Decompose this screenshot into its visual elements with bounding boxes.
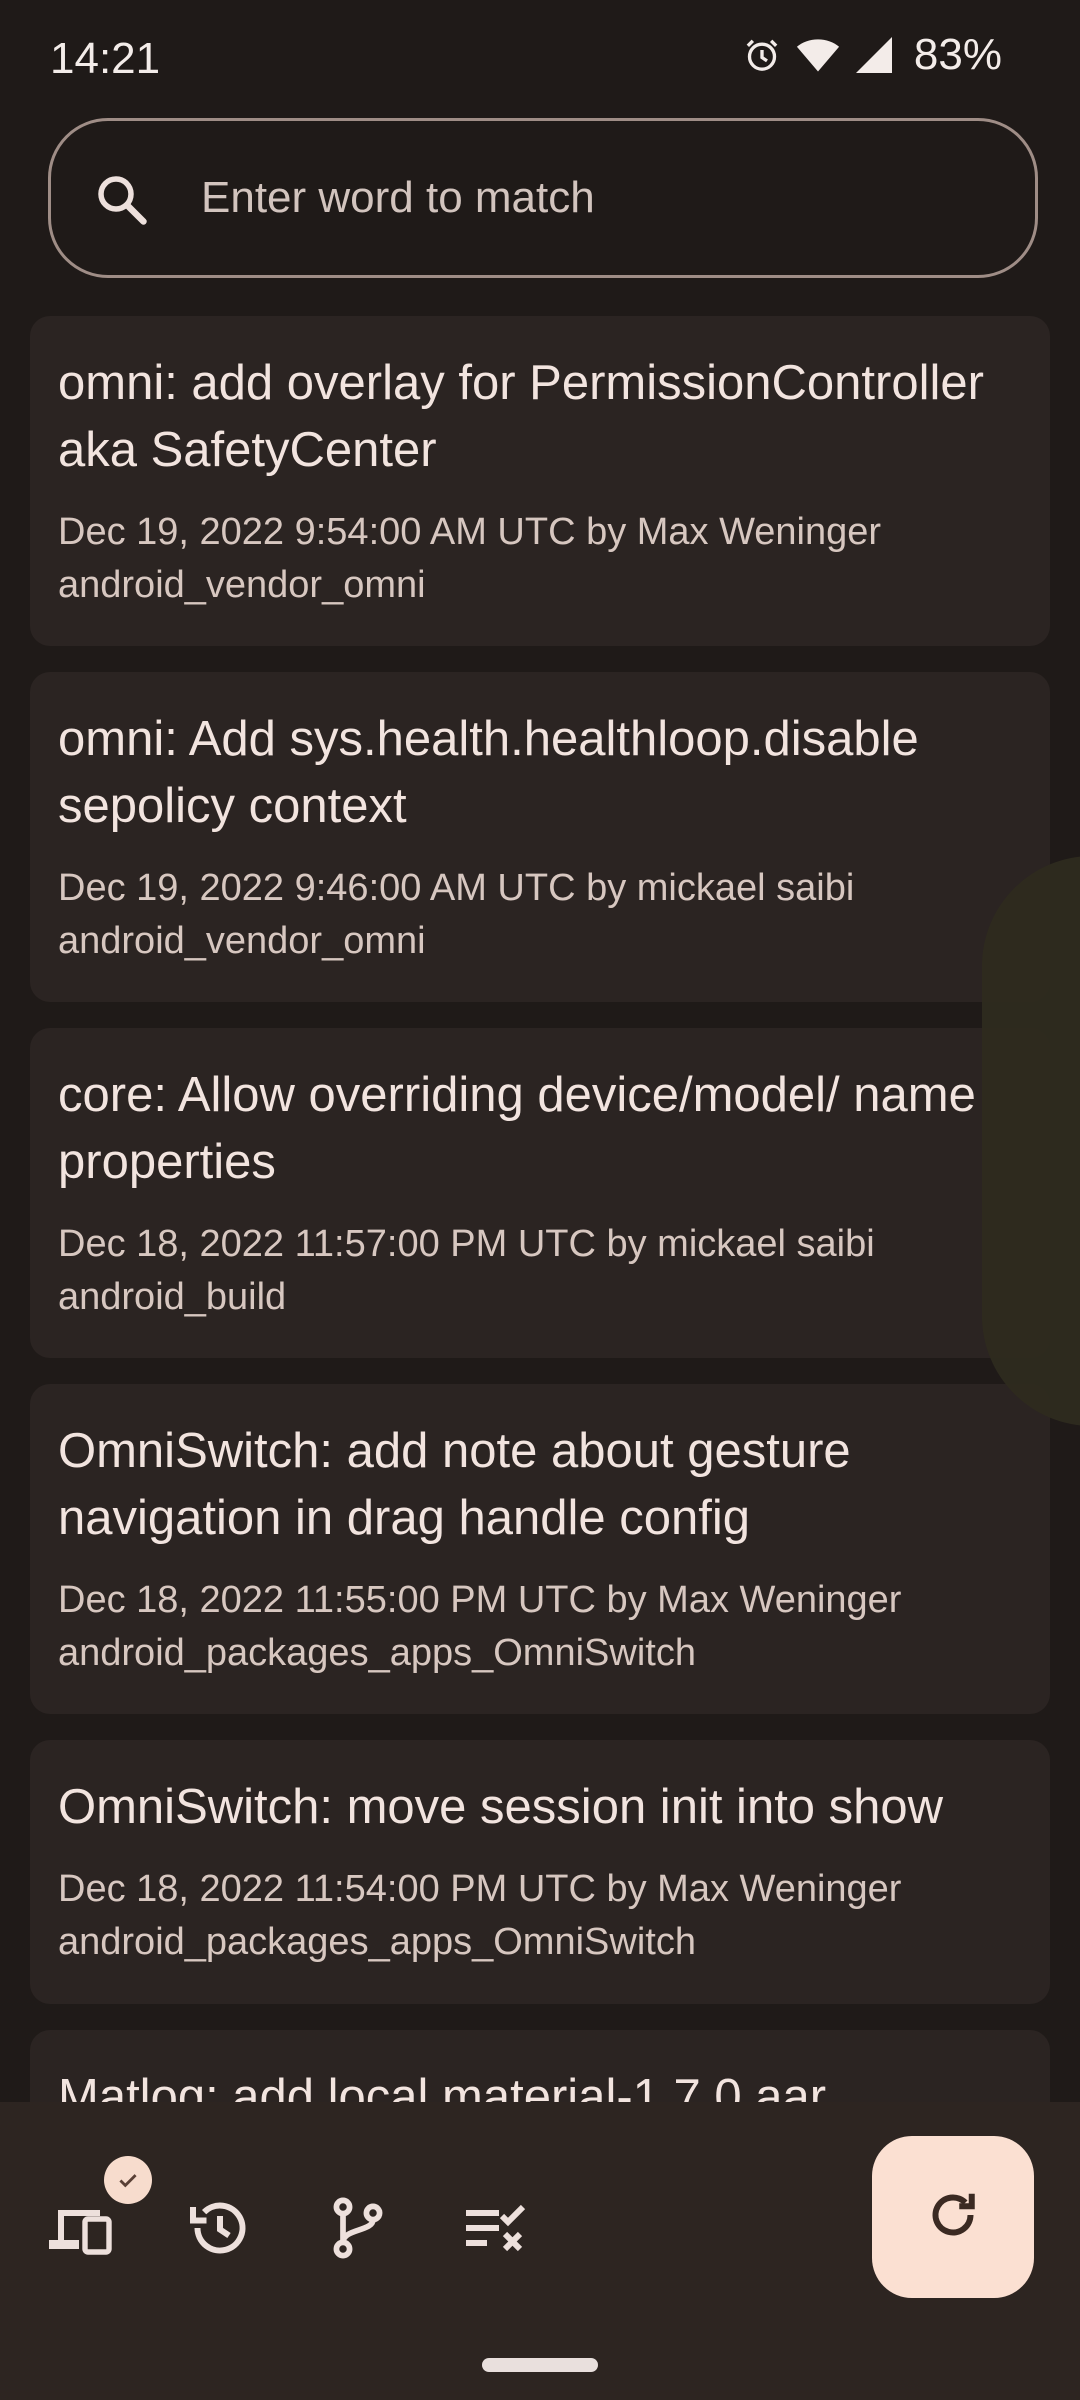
commit-title: core: Allow overriding device/model/ nam… xyxy=(58,1068,976,1189)
branch-icon[interactable] xyxy=(322,2192,394,2264)
commit-meta: Dec 18, 2022 11:55:00 PM UTC by Max Weni… xyxy=(58,1579,902,1621)
gesture-handle[interactable] xyxy=(482,2358,598,2372)
screen: 14:21 83% omni: add overlay for Permissi… xyxy=(0,0,1080,2400)
checklist-icon[interactable] xyxy=(460,2192,532,2264)
commit-title: omni: add overlay for PermissionControll… xyxy=(58,356,984,477)
commit-meta: Dec 19, 2022 9:54:00 AM UTC by Max Wenin… xyxy=(58,511,882,553)
search-input[interactable] xyxy=(201,161,981,235)
status-bar: 14:21 83% xyxy=(0,0,1080,120)
status-time: 14:21 xyxy=(50,34,161,83)
search-box[interactable] xyxy=(48,118,1038,278)
cellular-signal-icon xyxy=(854,35,894,75)
commit-title: Matlog: add local material-1.7.0.aar xyxy=(58,2070,827,2102)
commit-card[interactable]: OmniSwitch: add note about gesture navig… xyxy=(30,1384,1050,1714)
commit-card[interactable]: omni: add overlay for PermissionControll… xyxy=(30,316,1050,646)
commit-card[interactable]: core: Allow overriding device/model/ nam… xyxy=(30,1028,1050,1358)
commit-title: OmniSwitch: add note about gesture navig… xyxy=(58,1424,851,1545)
history-icon[interactable] xyxy=(184,2192,256,2264)
commit-meta: Dec 18, 2022 11:54:00 PM UTC by Max Weni… xyxy=(58,1868,902,1910)
commit-title: omni: Add sys.health.healthloop.disable … xyxy=(58,712,919,833)
refresh-icon xyxy=(923,2185,983,2250)
commit-project: android_vendor_omni xyxy=(58,564,426,606)
commit-project: android_packages_apps_OmniSwitch xyxy=(58,1921,696,1963)
commit-project: android_packages_apps_OmniSwitch xyxy=(58,1632,696,1674)
commit-card[interactable]: OmniSwitch: move session init into show … xyxy=(30,1740,1050,2004)
status-icons: 83% xyxy=(742,30,1002,80)
check-icon xyxy=(104,2156,152,2204)
commit-project: android_build xyxy=(58,1276,287,1318)
search-icon xyxy=(91,169,151,229)
commit-card[interactable]: Matlog: add local material-1.7.0.aar xyxy=(30,2030,1050,2102)
battery-percent: 83% xyxy=(913,30,1002,79)
commit-meta: Dec 19, 2022 9:46:00 AM UTC by mickael s… xyxy=(58,867,855,909)
commit-project: android_vendor_omni xyxy=(58,920,426,962)
alarm-icon xyxy=(742,35,782,75)
commit-meta: Dec 18, 2022 11:57:00 PM UTC by mickael … xyxy=(58,1223,875,1265)
commit-card[interactable]: omni: Add sys.health.healthloop.disable … xyxy=(30,672,1050,1002)
devices-icon[interactable] xyxy=(46,2192,118,2264)
refresh-button[interactable] xyxy=(872,2136,1034,2298)
commit-list[interactable]: omni: add overlay for PermissionControll… xyxy=(30,316,1050,2102)
commit-title: OmniSwitch: move session init into show xyxy=(58,1780,944,1834)
wifi-icon xyxy=(796,35,840,75)
side-bubble xyxy=(982,856,1080,1426)
